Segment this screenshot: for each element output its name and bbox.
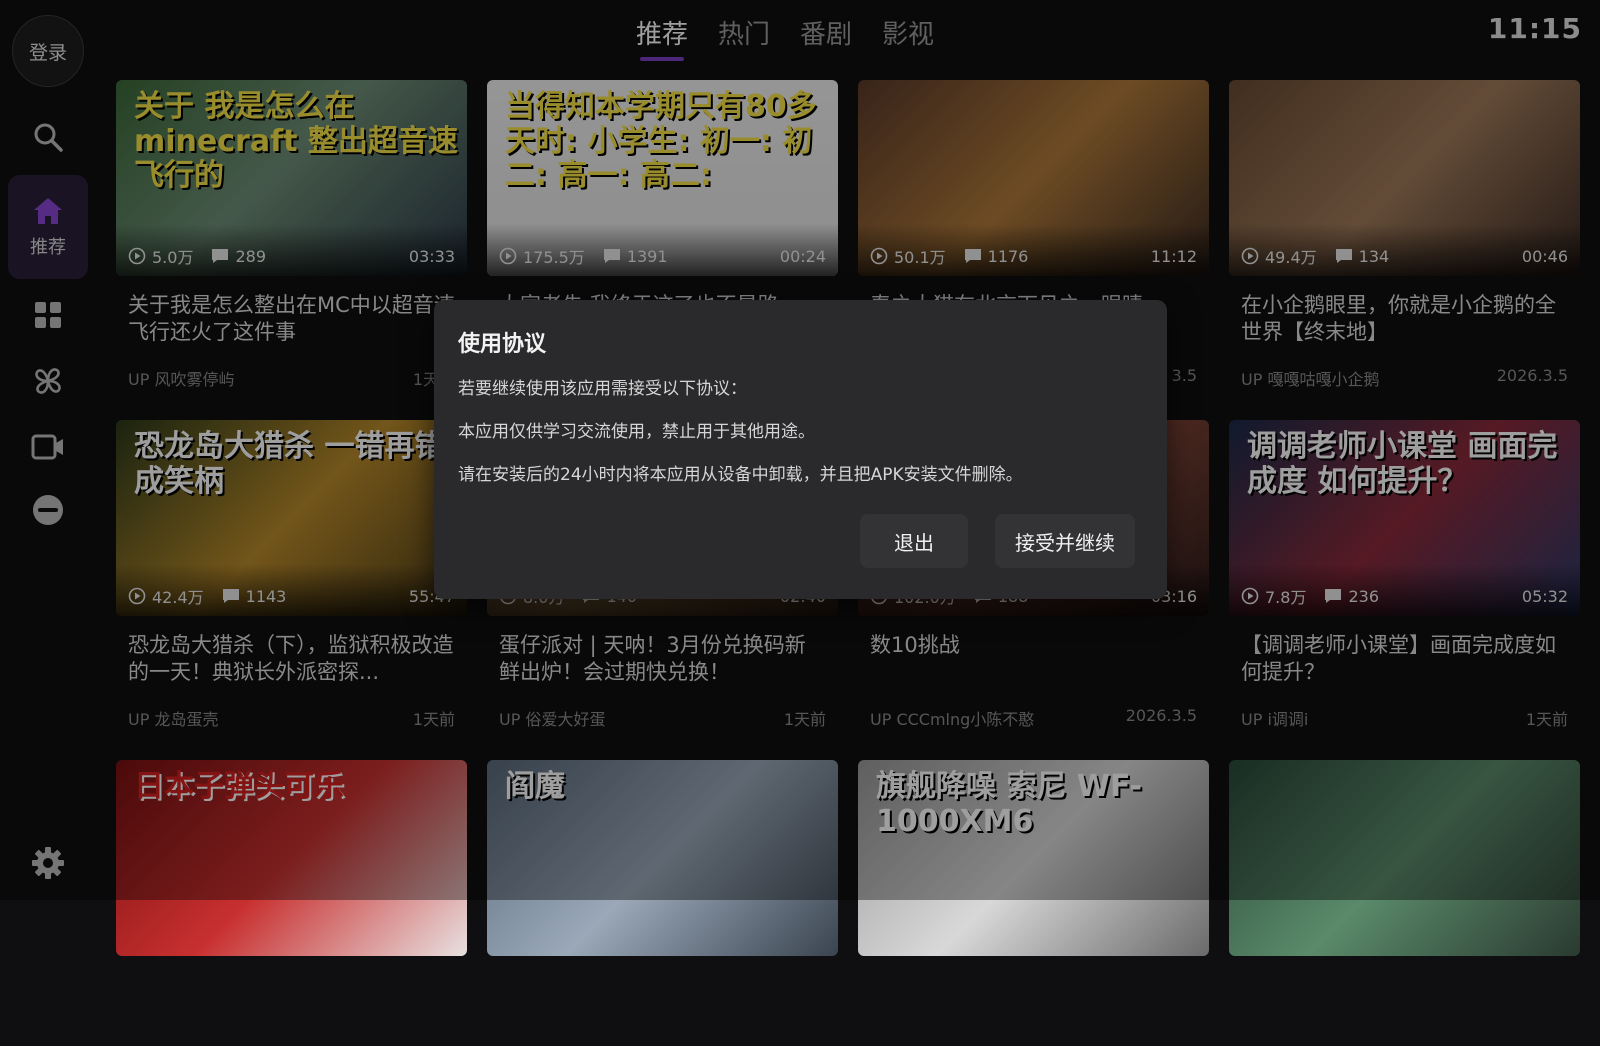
exit-button[interactable]: 退出: [860, 514, 968, 568]
dialog-intro-text: 若要继续使用该应用需接受以下协议：: [458, 379, 747, 399]
video-title: [499, 972, 826, 1026]
accept-continue-button[interactable]: 接受并继续: [995, 514, 1135, 568]
video-title: [128, 972, 455, 1026]
video-title: [1241, 972, 1568, 1026]
agreement-dialog: 使用协议 若要继续使用该应用需接受以下协议： 本应用仅供学习交流使用，禁止用于其…: [434, 300, 1167, 599]
dialog-uninstall-text: 请在安装后的24小时内将本应用从设备中卸载，并且把APK安装文件删除。: [458, 465, 1023, 485]
video-title: [870, 972, 1197, 1026]
dialog-title: 使用协议: [458, 332, 547, 357]
dialog-usage-text: 本应用仅供学习交流使用，禁止用于其他用途。: [458, 422, 815, 442]
